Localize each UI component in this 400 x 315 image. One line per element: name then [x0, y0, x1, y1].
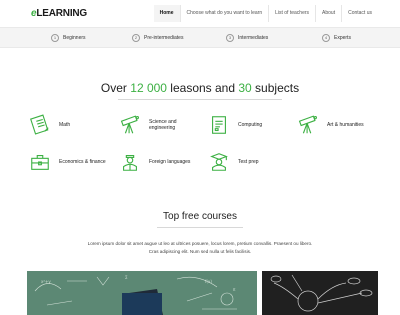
level-experts[interactable]: 4 Experts	[322, 32, 351, 44]
course-thumbnail[interactable]: x²+y f(x) Σπ	[27, 271, 257, 315]
subject-computing[interactable]: Computing	[208, 114, 262, 136]
level-pre-intermediates[interactable]: 2 Pre-intermediates	[132, 32, 183, 44]
math-notebook-icon	[29, 114, 51, 136]
course-thumbnail[interactable]	[262, 271, 378, 315]
subject-test-prep[interactable]: Test prep	[208, 151, 259, 173]
nav-choose-learn[interactable]: Choose what do you want to learn	[179, 5, 269, 22]
nav-contact[interactable]: Contact us	[341, 5, 378, 22]
level-number: 1	[51, 34, 59, 42]
stats-headline: Over 12 000 leasons and 30 subjects	[0, 81, 400, 95]
nav-about[interactable]: About	[315, 5, 341, 22]
subject-label: Test prep	[238, 159, 259, 165]
level-beginners[interactable]: 1 Beginners	[51, 32, 86, 44]
telescope-icon	[119, 114, 141, 136]
subject-label: Computing	[238, 122, 263, 128]
brand-name: LEARNING	[36, 8, 87, 19]
section-divider	[157, 227, 243, 228]
level-number: 2	[132, 34, 140, 42]
subject-label: Art & humanities	[327, 122, 364, 128]
subject-math[interactable]: Math	[29, 114, 70, 136]
computing-document-icon	[208, 114, 230, 136]
level-label: Beginners	[63, 35, 86, 41]
subjects-count: 30	[238, 81, 252, 95]
level-label: Pre-intermediates	[144, 35, 184, 41]
telescope-icon	[297, 114, 319, 136]
brand-logo[interactable]: eLEARNING	[31, 8, 87, 19]
subject-label: Economics & finance	[59, 159, 106, 165]
svg-text:f(x): f(x)	[205, 279, 212, 284]
level-label: Intermediates	[238, 35, 269, 41]
subject-label: Foreign languages	[149, 159, 191, 165]
headline-text: subjects	[251, 81, 300, 95]
nav-teachers[interactable]: List of teachers	[268, 5, 315, 22]
section-description: Lorem ipsum dolor sit amet augue ut leo …	[87, 241, 313, 254]
main-nav: Home Choose what do you want to learn Li…	[153, 5, 378, 22]
level-intermediates[interactable]: 3 Intermediates	[226, 32, 268, 44]
subject-label: Science and engineering	[149, 119, 177, 131]
subject-economics[interactable]: Economics & finance	[29, 151, 106, 173]
briefcase-icon	[29, 151, 51, 173]
subject-art[interactable]: Art & humanities	[297, 114, 364, 136]
section-title: Top free courses	[163, 211, 237, 222]
level-number: 4	[322, 34, 330, 42]
chalk-diagram-image	[262, 271, 378, 315]
graduate-icon	[208, 151, 230, 173]
subject-languages[interactable]: Foreign languages	[119, 151, 190, 173]
headline-text: Over	[100, 81, 131, 95]
levels-bar: 1 Beginners 2 Pre-intermediates 3 Intermedi…	[0, 27, 400, 48]
site-header: eLEARNING Home Choose what do you want t…	[0, 0, 400, 27]
headline-divider	[118, 99, 282, 100]
student-icon	[119, 151, 141, 173]
svg-text:x²+y: x²+y	[41, 279, 51, 284]
level-label: Experts	[334, 35, 351, 41]
chalkboard-image: x²+y f(x)Σπ	[27, 271, 257, 315]
headline-text: leasons and	[166, 81, 239, 95]
subject-science[interactable]: Science and engineering	[119, 114, 191, 136]
lessons-count: 12 000	[130, 81, 167, 95]
subject-label: Math	[59, 122, 71, 128]
level-number: 3	[226, 34, 234, 42]
nav-home[interactable]: Home	[153, 5, 180, 22]
